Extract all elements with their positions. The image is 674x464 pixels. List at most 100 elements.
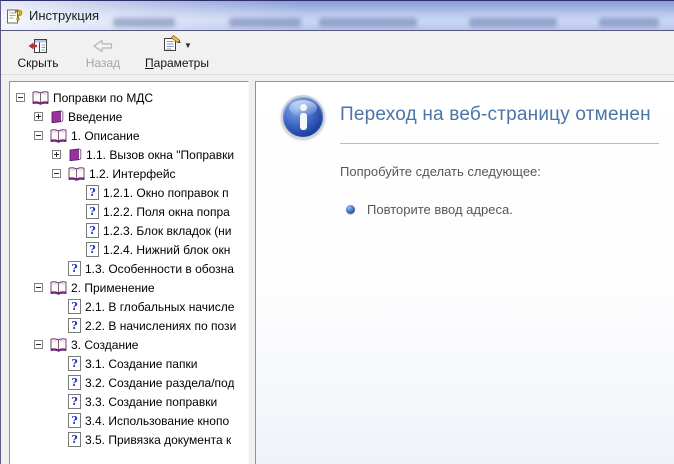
tree-item[interactable]: 1.2. Интерфейс [11, 164, 247, 183]
toolbar: Скрыть Назад ▼ Параметры [1, 32, 674, 75]
suggestion-item: Повторите ввод адреса. [346, 200, 513, 218]
tree-item[interactable]: ? 2.2. В начислениях по пози [11, 316, 247, 335]
tree-item-label: 3.5. Привязка документа к [85, 432, 232, 447]
tree-item[interactable]: 1.1. Вызов окна "Поправки [11, 145, 247, 164]
back-arrow-icon [92, 37, 114, 54]
tree-item[interactable]: ? 3.3. Создание поправки [11, 392, 247, 411]
topic-icon: ? [68, 356, 81, 371]
options-button[interactable]: ▼ Параметры [139, 34, 215, 73]
topic-icon: ? [68, 318, 81, 333]
expand-box-icon[interactable] [34, 112, 50, 121]
back-button[interactable]: Назад [75, 34, 131, 73]
tree-item[interactable]: ? 2.1. В глобальных начисле [11, 297, 247, 316]
tree-item-label: 3.3. Создание поправки [85, 394, 218, 409]
collapse-box-icon[interactable] [52, 169, 68, 178]
bullet-icon [346, 204, 355, 214]
main-area: Поправки по МДС Введение 1. Описание 1.1. В… [1, 76, 674, 464]
title-bar[interactable]: ? Инструкция [1, 1, 674, 31]
background-blur [229, 18, 301, 27]
tree-item-label: 3. Создание [71, 337, 139, 352]
collapse-box-icon[interactable] [34, 283, 50, 292]
collapse-box-icon[interactable] [34, 131, 50, 140]
tree-item[interactable]: 2. Применение [11, 278, 247, 297]
suggestion-text: Повторите ввод адреса. [367, 201, 513, 217]
tree-item-label: 2. Применение [71, 280, 155, 295]
collapse-box-icon[interactable] [16, 93, 32, 102]
tree-item-label: 1.1. Вызов окна "Поправки [86, 147, 235, 162]
tree-item-label: 1.2.1. Окно поправок п [103, 185, 229, 200]
tree-item[interactable]: ? 3.1. Создание папки [11, 354, 247, 373]
svg-text:?: ? [71, 376, 77, 389]
options-page-icon [162, 34, 182, 57]
tree-item[interactable]: ? 1.3. Особенности в обозна [11, 259, 247, 278]
tree-item[interactable]: ? 1.2.2. Поля окна попра [11, 202, 247, 221]
book-open-icon [50, 128, 67, 143]
svg-text:?: ? [89, 243, 95, 256]
tree-item-label: 3.4. Использование кнопо [85, 413, 230, 428]
suggestion-list: Повторите ввод адреса. [346, 200, 513, 218]
topic-icon: ? [86, 242, 99, 257]
topic-icon: ? [86, 185, 99, 200]
book-closed-icon [68, 148, 82, 161]
svg-text:?: ? [71, 395, 77, 408]
svg-text:?: ? [89, 224, 95, 237]
svg-text:?: ? [71, 357, 77, 370]
hide-pane-icon [28, 37, 48, 54]
topic-icon: ? [68, 432, 81, 447]
tree-item[interactable]: ? 3.5. Привязка документа к [11, 430, 247, 449]
book-open-icon [50, 280, 67, 295]
book-open-icon [32, 90, 49, 105]
hide-button[interactable]: Скрыть [9, 34, 67, 73]
svg-text:?: ? [89, 186, 95, 199]
info-icon [281, 95, 325, 139]
svg-text:?: ? [89, 205, 95, 218]
tree-item[interactable]: ? 3.2. Создание раздела/под [11, 373, 247, 392]
tree-item[interactable]: ? 1.2.1. Окно поправок п [11, 183, 247, 202]
tree-item-label: 3.2. Создание раздела/под [85, 375, 235, 390]
window-title: Инструкция [29, 8, 99, 23]
help-viewer-window: ? Инструкция Скрыть Назад ▼ Параметры По… [0, 0, 674, 464]
tree-item[interactable]: Поправки по МДС [11, 88, 247, 107]
tree-item-label: 1.2. Интерфейс [89, 166, 176, 181]
tree-item[interactable]: ? 1.2.4. Нижний блок окн [11, 240, 247, 259]
tree-item-label: 3.1. Создание папки [85, 356, 198, 371]
tree-item[interactable]: ? 1.2.3. Блок вкладок (ни [11, 221, 247, 240]
tree-item-label: 1.3. Особенности в обозна [85, 261, 234, 276]
tree-item[interactable]: Введение [11, 107, 247, 126]
tree-item-label: Введение [68, 109, 123, 124]
background-blur [113, 18, 175, 27]
toc-tree[interactable]: Поправки по МДС Введение 1. Описание 1.1. В… [11, 83, 247, 464]
svg-text:?: ? [71, 414, 77, 427]
topic-icon: ? [68, 413, 81, 428]
expand-box-icon[interactable] [52, 150, 68, 159]
tree-item-label: 2.2. В начислениях по пози [85, 318, 237, 333]
topic-icon: ? [68, 375, 81, 390]
heading-separator [340, 143, 659, 144]
dropdown-arrow-icon: ▼ [184, 40, 192, 50]
hide-button-label: Скрыть [17, 56, 59, 70]
toc-tree-pane: Поправки по МДС Введение 1. Описание 1.1. В… [9, 81, 249, 464]
tree-item[interactable]: ? 3.4. Использование кнопо [11, 411, 247, 430]
tree-item-label: Поправки по МДС [53, 90, 154, 105]
svg-text:?: ? [14, 9, 22, 25]
background-blur [599, 18, 659, 27]
book-open-icon [50, 337, 67, 352]
svg-text:?: ? [71, 319, 77, 332]
tree-item[interactable]: 1. Описание [11, 126, 247, 145]
collapse-box-icon[interactable] [34, 340, 50, 349]
content-pane: Переход на веб-страницу отменен Попробуй… [255, 81, 674, 464]
book-open-icon [68, 166, 85, 181]
topic-icon: ? [68, 299, 81, 314]
topic-icon: ? [86, 223, 99, 238]
tree-item[interactable]: 3. Создание [11, 335, 247, 354]
book-closed-icon [50, 110, 64, 123]
options-button-label: Параметры [145, 56, 209, 70]
tree-item-label: 1.2.3. Блок вкладок (ни [103, 223, 232, 238]
svg-text:?: ? [71, 262, 77, 275]
tree-item-label: 2.1. В глобальных начисле [85, 299, 235, 314]
topic-icon: ? [86, 204, 99, 219]
intro-text: Попробуйте сделать следующее: [340, 164, 541, 179]
svg-text:?: ? [71, 433, 77, 446]
topic-icon: ? [68, 261, 81, 276]
help-window-icon: ? [6, 7, 24, 25]
